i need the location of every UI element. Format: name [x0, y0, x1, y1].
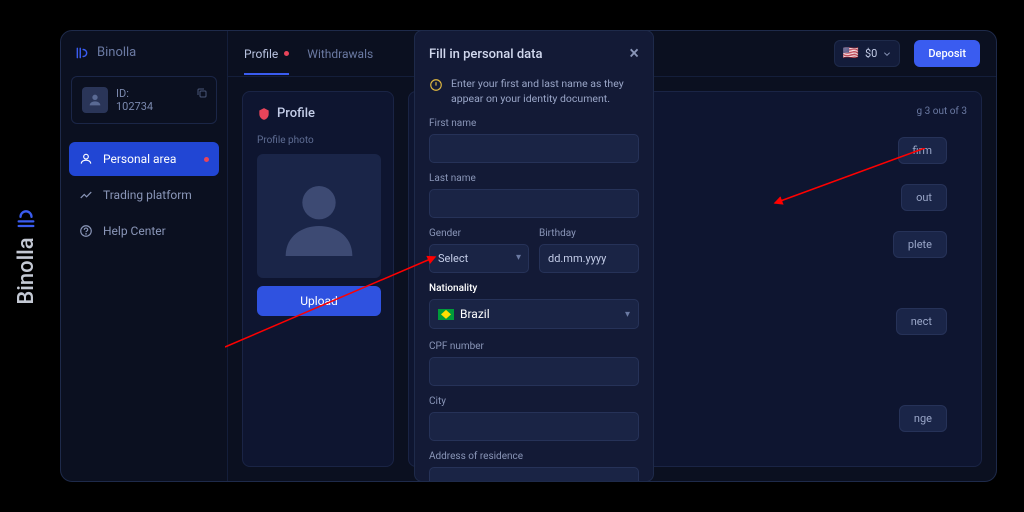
photo-label: Profile photo: [257, 135, 379, 146]
deposit-button[interactable]: Deposit: [914, 40, 980, 67]
sidebar-item-personal[interactable]: Personal area: [69, 142, 219, 176]
sidebar-item-trading[interactable]: Trading platform: [69, 178, 219, 212]
photo-placeholder: [257, 154, 381, 278]
verify-btn-2[interactable]: out: [901, 184, 947, 211]
nationality-select[interactable]: Brazil ▾: [429, 299, 639, 329]
verify-btn-3[interactable]: plete: [893, 231, 947, 258]
profile-title: Profile: [257, 106, 379, 121]
address-input[interactable]: [429, 467, 639, 482]
nationality-label: Nationality: [429, 283, 639, 294]
alert-dot: [204, 157, 209, 162]
sidebar: Binolla ID: 102734 Personal area Trading…: [61, 31, 228, 481]
sidebar-nav: Personal area Trading platform Help Cent…: [61, 142, 227, 248]
last-name-label: Last name: [429, 173, 639, 184]
city-label: City: [429, 396, 639, 407]
profile-card: Profile Profile photo Upload: [242, 91, 394, 467]
cpf-input[interactable]: [429, 357, 639, 386]
tab-profile[interactable]: Profile: [244, 33, 289, 75]
first-name-label: First name: [429, 118, 639, 129]
gender-select[interactable]: [429, 244, 529, 273]
id-label: ID:: [116, 87, 153, 100]
balance-selector[interactable]: 🇺🇸$0: [834, 40, 901, 67]
modal-title: Fill in personal data: [429, 47, 543, 62]
upload-button[interactable]: Upload: [257, 286, 381, 316]
copy-icon[interactable]: [196, 87, 208, 99]
chevron-down-icon: ▾: [516, 252, 521, 263]
address-label: Address of residence: [429, 451, 639, 462]
personal-data-modal: Fill in personal data × Enter your first…: [414, 30, 654, 482]
tab-withdrawals[interactable]: Withdrawals: [307, 33, 373, 75]
id-value: 102734: [116, 100, 153, 113]
sidebar-item-label: Personal area: [103, 152, 176, 166]
brazil-flag-icon: [438, 309, 454, 320]
warning-icon: [429, 78, 443, 92]
birthday-input[interactable]: [539, 244, 639, 273]
close-icon[interactable]: ×: [629, 45, 639, 63]
user-id-card[interactable]: ID: 102734: [71, 76, 217, 124]
cpf-label: CPF number: [429, 341, 639, 352]
sidebar-item-label: Trading platform: [103, 188, 192, 202]
verify-progress: g 3 out of 3: [917, 106, 967, 117]
verify-btn-1[interactable]: firm: [898, 137, 947, 164]
verify-btn-5[interactable]: nge: [899, 405, 947, 432]
chevron-down-icon: [883, 50, 891, 58]
sidebar-item-help[interactable]: Help Center: [69, 214, 219, 248]
chevron-down-icon: ▾: [625, 309, 630, 320]
brand-watermark: Binolla: [14, 207, 39, 304]
avatar-icon: [82, 87, 108, 113]
city-input[interactable]: [429, 412, 639, 441]
last-name-input[interactable]: [429, 189, 639, 218]
first-name-input[interactable]: [429, 134, 639, 163]
birthday-label: Birthday: [539, 228, 639, 239]
sidebar-item-label: Help Center: [103, 224, 166, 238]
gender-label: Gender: [429, 228, 529, 239]
alert-dot: [284, 51, 289, 56]
modal-notice: Enter your first and last name as they a…: [429, 77, 639, 106]
verify-btn-4[interactable]: nect: [896, 308, 947, 335]
brand-logo: Binolla: [61, 45, 227, 76]
